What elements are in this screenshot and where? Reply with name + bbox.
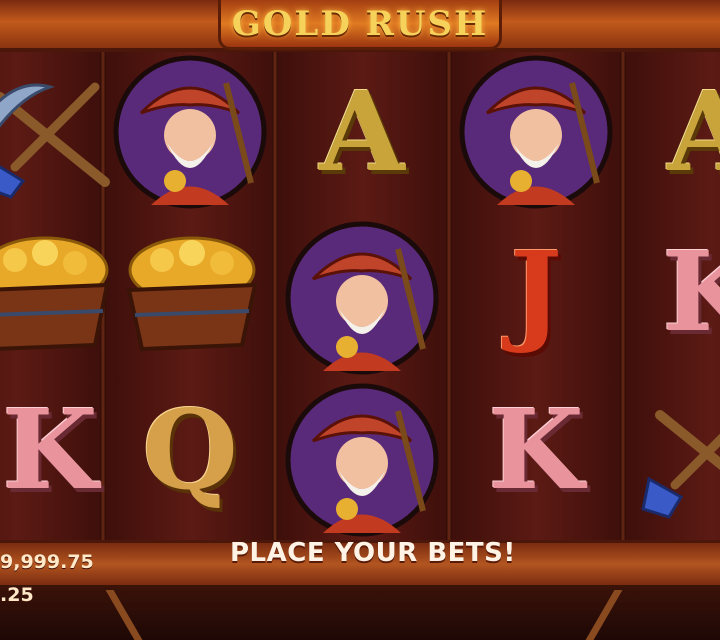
miner-icon <box>282 380 442 540</box>
symbol-j: J <box>509 227 563 356</box>
reel-divider <box>446 52 452 540</box>
gold-cart-icon <box>0 210 130 370</box>
game-stage: GOLD RUSH K Q A J K A K PLACE YOUR BETS!… <box>0 0 720 640</box>
gold-cart-icon <box>112 210 272 370</box>
reel-divider <box>272 52 278 540</box>
pickaxe-shovel-icon <box>630 370 720 530</box>
symbol-a: A <box>319 67 405 196</box>
symbol-a: A <box>667 67 720 196</box>
status-message: PLACE YOUR BETS! <box>230 538 516 568</box>
game-logo: GOLD RUSH <box>218 0 502 50</box>
balance-value: 9,999.75 <box>0 551 94 573</box>
bet-value[interactable]: .25 <box>0 584 34 606</box>
miner-icon <box>456 52 616 212</box>
symbol-k: K <box>662 227 720 356</box>
reel-divider <box>620 52 626 540</box>
game-title: GOLD RUSH <box>231 3 489 44</box>
miner-icon <box>282 218 442 378</box>
miner-icon <box>110 52 270 212</box>
symbol-k: K <box>488 385 584 514</box>
symbol-q: Q <box>142 385 238 514</box>
